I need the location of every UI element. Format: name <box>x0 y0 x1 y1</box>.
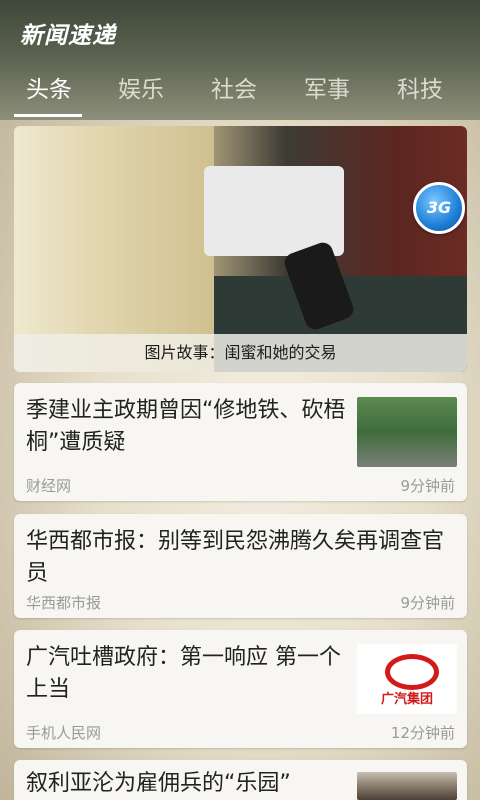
news-thumbnail: 广汽集团 <box>357 644 457 714</box>
tab-headlines[interactable]: 头条 <box>14 72 84 112</box>
hero-story[interactable]: 3G 图片故事：闺蜜和她的交易 <box>14 126 467 372</box>
app-header: 新闻速递 头条 娱乐 社会 军事 科技 <box>0 0 480 120</box>
news-card[interactable]: 叙利亚沦为雇佣兵的“乐园” <box>14 760 467 800</box>
hero-caption: 图片故事：闺蜜和她的交易 <box>144 343 337 362</box>
news-thumbnail <box>357 772 457 800</box>
news-title: 季建业主政期曾因“修地铁、砍梧桐”遭质疑 <box>26 398 346 455</box>
news-thumbnail <box>357 397 457 467</box>
news-time: 12分钟前 <box>390 724 455 742</box>
news-source: 手机人民网 <box>26 724 102 742</box>
news-title: 叙利亚沦为雇佣兵的“乐园” <box>26 771 291 796</box>
3g-badge-icon: 3G <box>413 182 465 234</box>
news-source: 财经网 <box>26 477 72 495</box>
tab-bar: 头条 娱乐 社会 军事 科技 <box>0 72 480 118</box>
tab-entertainment[interactable]: 娱乐 <box>106 72 176 112</box>
news-source: 华西都市报 <box>26 594 102 612</box>
news-time: 9分钟前 <box>400 594 455 612</box>
news-title: 华西都市报：别等到民怨沸腾久矣再调查官员 <box>26 529 445 586</box>
tab-technology[interactable]: 科技 <box>385 72 455 112</box>
active-tab-indicator <box>14 114 82 117</box>
news-card[interactable]: 广汽吐槽政府：第一响应 第一个上当 广汽集团 手机人民网 12分钟前 <box>14 630 467 748</box>
logo-text: 广汽集团 <box>380 692 433 707</box>
news-card[interactable]: 华西都市报：别等到民怨沸腾久矣再调查官员 华西都市报 9分钟前 <box>14 514 467 618</box>
news-title: 广汽吐槽政府：第一响应 第一个上当 <box>26 645 341 702</box>
tab-military[interactable]: 军事 <box>292 72 362 112</box>
gac-logo-icon <box>385 654 439 690</box>
app-title: 新闻速递 <box>20 23 116 49</box>
news-time: 9分钟前 <box>400 477 455 495</box>
news-card[interactable]: 季建业主政期曾因“修地铁、砍梧桐”遭质疑 财经网 9分钟前 <box>14 383 467 501</box>
tab-society[interactable]: 社会 <box>199 72 269 112</box>
